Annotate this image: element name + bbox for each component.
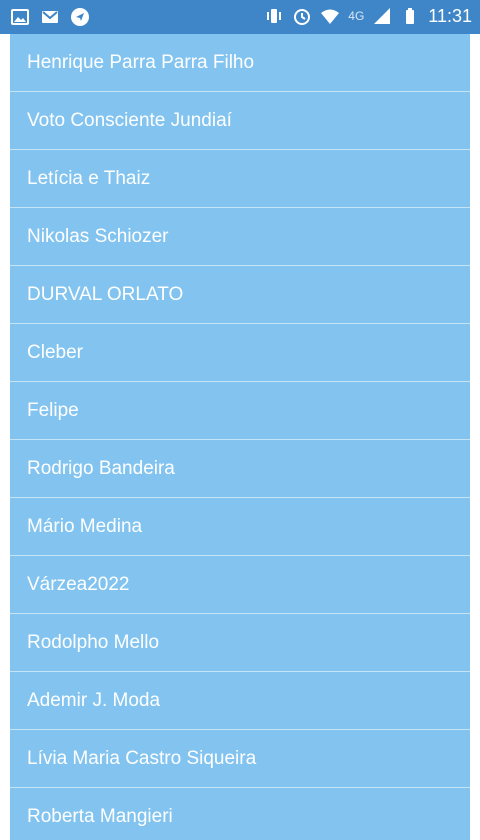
notification-icons xyxy=(10,7,90,27)
image-icon xyxy=(10,7,30,27)
clock: 11:31 xyxy=(428,6,472,26)
list-item[interactable]: Mário Medina xyxy=(10,498,470,556)
battery-icon xyxy=(400,6,420,26)
list-item[interactable]: Henrique Parra Parra Filho xyxy=(10,34,470,92)
list-item-label: Letícia e Thaiz xyxy=(27,167,151,189)
list-item[interactable]: Rodolpho Mello xyxy=(10,614,470,672)
list-item[interactable]: DURVAL ORLATO xyxy=(10,266,470,324)
status-bar: 4G 11:31 xyxy=(0,0,480,34)
list-item-label: Mário Medina xyxy=(27,515,143,537)
list-item[interactable]: Ademir J. Moda xyxy=(10,672,470,730)
list-item-label: Lívia Maria Castro Siqueira xyxy=(27,747,257,769)
list-item-label: Várzea2022 xyxy=(27,573,130,595)
vibrate-icon xyxy=(264,6,284,26)
list-item-label: Felipe xyxy=(27,399,79,421)
navigation-icon xyxy=(70,7,90,27)
list-item[interactable]: Várzea2022 xyxy=(10,556,470,614)
list-item[interactable]: Lívia Maria Castro Siqueira xyxy=(10,730,470,788)
network-type: 4G xyxy=(348,9,365,23)
list-item-label: Voto Consciente Jundiaí xyxy=(27,109,232,131)
list-item-label: Nikolas Schiozer xyxy=(27,225,169,247)
list-item-label: Rodrigo Bandeira xyxy=(27,457,175,479)
list-item[interactable]: Letícia e Thaiz xyxy=(10,150,470,208)
list-item-label: Ademir J. Moda xyxy=(27,689,161,711)
list-item-label: Roberta Mangieri xyxy=(27,805,173,827)
list-item[interactable]: Roberta Mangieri xyxy=(10,788,470,840)
list-item[interactable]: Felipe xyxy=(10,382,470,440)
signal-icon xyxy=(372,6,392,26)
wifi-icon xyxy=(320,6,340,26)
list-item[interactable]: Rodrigo Bandeira xyxy=(10,440,470,498)
alarm-icon xyxy=(292,6,312,26)
system-icons: 4G 11:31 xyxy=(264,6,472,26)
list-item[interactable]: Voto Consciente Jundiaí xyxy=(10,92,470,150)
screen: 4G 11:31 Henrique Parra Parra Filho Voto… xyxy=(0,0,480,840)
gmail-icon xyxy=(40,7,60,27)
list-item[interactable]: Cleber xyxy=(10,324,470,382)
list-item-label: Henrique Parra Parra Filho xyxy=(27,51,255,73)
contact-list[interactable]: Henrique Parra Parra Filho Voto Conscien… xyxy=(10,34,470,840)
list-item[interactable]: Nikolas Schiozer xyxy=(10,208,470,266)
list-item-label: DURVAL ORLATO xyxy=(27,283,184,305)
list-item-label: Rodolpho Mello xyxy=(27,631,160,653)
list-item-label: Cleber xyxy=(27,341,83,363)
